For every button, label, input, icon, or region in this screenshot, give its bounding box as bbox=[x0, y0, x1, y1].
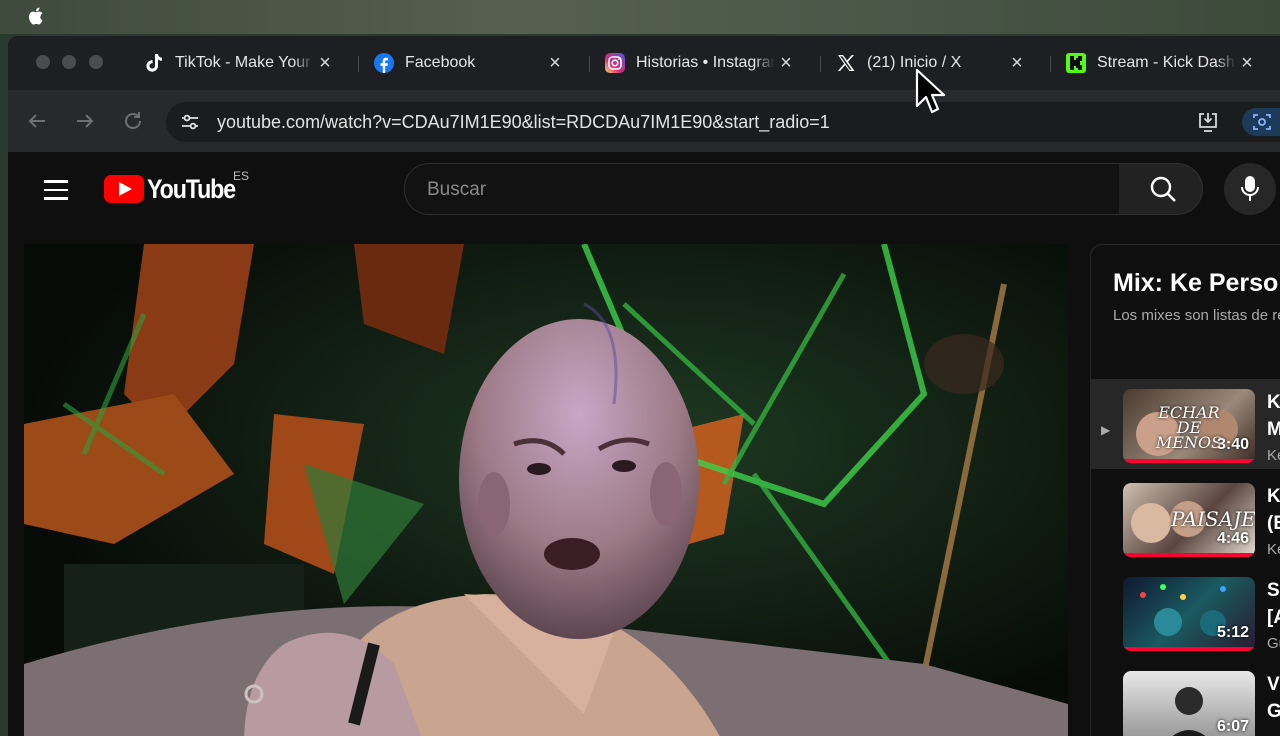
minimize-window-button[interactable] bbox=[62, 55, 76, 69]
channel-name: Ke bbox=[1267, 447, 1280, 464]
url-text: youtube.com/watch?v=CDAu7IM1E90&list=RDC… bbox=[217, 112, 830, 132]
video-title: KeM bbox=[1267, 392, 1280, 440]
search-input[interactable] bbox=[425, 178, 1029, 202]
microphone-icon bbox=[1241, 176, 1259, 201]
forward-arrow-icon[interactable] bbox=[73, 109, 97, 133]
video-thumbnail: 6:07 bbox=[1123, 671, 1255, 736]
youtube-play-icon bbox=[104, 175, 144, 203]
browser-window: TikTok - Make Your Day × Facebook × Hist… bbox=[8, 36, 1280, 736]
mouse-cursor-icon bbox=[915, 68, 945, 114]
tab-strip: TikTok - Make Your Day × Facebook × Hist… bbox=[8, 36, 1280, 90]
watch-progress-bar bbox=[1123, 553, 1255, 557]
search-button[interactable] bbox=[1119, 163, 1203, 215]
playlist-panel: Mix: Ke Personajes Los mixes son listas … bbox=[1090, 244, 1280, 736]
tab-tiktok[interactable]: TikTok - Make Your Day × bbox=[128, 48, 340, 78]
google-lens-button[interactable] bbox=[1242, 108, 1280, 136]
playlist-item[interactable]: 6:07 VG bbox=[1091, 661, 1280, 736]
youtube-page: YouTube ES Buscar Mix: Ke Perso Los mixe… bbox=[8, 152, 1280, 736]
x-icon bbox=[836, 53, 856, 73]
search-icon bbox=[1150, 176, 1176, 202]
zoom-window-button[interactable] bbox=[89, 55, 103, 69]
close-tab-icon[interactable]: × bbox=[314, 53, 336, 73]
close-tab-icon[interactable]: × bbox=[544, 53, 566, 73]
tab-facebook[interactable]: Facebook × bbox=[358, 48, 570, 78]
channel-name: Ke bbox=[1267, 541, 1280, 558]
watch-progress-bar bbox=[1123, 459, 1255, 463]
close-tab-icon[interactable]: × bbox=[1236, 53, 1258, 73]
install-app-icon[interactable] bbox=[1196, 110, 1220, 134]
site-settings-icon[interactable] bbox=[178, 110, 202, 134]
video-frame bbox=[24, 244, 1068, 736]
search-box[interactable] bbox=[404, 163, 1120, 215]
menu-icon[interactable] bbox=[44, 180, 68, 200]
video-title: VG bbox=[1267, 674, 1280, 722]
instagram-icon bbox=[605, 53, 625, 73]
watch-progress-bar bbox=[1123, 647, 1255, 651]
lens-icon bbox=[1253, 114, 1271, 130]
reload-icon[interactable] bbox=[121, 109, 145, 133]
playlist-item[interactable]: 5:12 Sl[A Gu bbox=[1091, 567, 1280, 657]
channel-name: Gu bbox=[1267, 635, 1280, 652]
youtube-logo[interactable]: YouTube bbox=[104, 174, 249, 204]
address-bar[interactable]: youtube.com/watch?v=CDAu7IM1E90&list=RDC… bbox=[166, 102, 1280, 142]
playlist-subtitle: Los mixes son listas de reproducción bbox=[1113, 307, 1280, 324]
facebook-icon bbox=[374, 53, 394, 73]
tab-instagram[interactable]: Historias • Instagram × bbox=[589, 48, 801, 78]
voice-search-button[interactable] bbox=[1224, 163, 1276, 215]
close-window-button[interactable] bbox=[36, 55, 50, 69]
now-playing-icon: ▶ bbox=[1101, 423, 1111, 437]
apple-menu-icon[interactable] bbox=[26, 5, 46, 27]
tab-kick[interactable]: Stream - Kick Dashboard × bbox=[1050, 48, 1262, 78]
duration-label: 4:46 bbox=[1216, 530, 1249, 547]
video-thumbnail: PAISAJE 4:46 bbox=[1123, 483, 1255, 557]
back-arrow-icon[interactable] bbox=[25, 109, 49, 133]
thumbnail-text: PAISAJE bbox=[1171, 507, 1255, 531]
close-tab-icon[interactable]: × bbox=[1006, 53, 1028, 73]
video-thumbnail: ECHAR DE MENOS 3:40 bbox=[1123, 389, 1255, 463]
video-title: Ke(E bbox=[1267, 486, 1280, 534]
close-tab-icon[interactable]: × bbox=[775, 53, 797, 73]
duration-label: 6:07 bbox=[1216, 718, 1249, 735]
kick-icon bbox=[1066, 53, 1086, 73]
browser-toolbar: youtube.com/watch?v=CDAu7IM1E90&list=RDC… bbox=[8, 90, 1280, 152]
tiktok-icon bbox=[144, 53, 164, 73]
playlist-item[interactable]: ▶ ECHAR DE MENOS 3:40 KeM Ke bbox=[1091, 379, 1280, 469]
thumbnail-text: ECHAR DE MENOS bbox=[1155, 403, 1223, 452]
macos-menu-bar bbox=[0, 0, 1280, 34]
playlist-title: Mix: Ke Personajes bbox=[1113, 269, 1280, 297]
video-thumbnail: 5:12 bbox=[1123, 577, 1255, 651]
duration-label: 5:12 bbox=[1216, 624, 1249, 641]
playlist-item[interactable]: PAISAJE 4:46 Ke(E Ke bbox=[1091, 473, 1280, 563]
duration-label: 3:40 bbox=[1216, 436, 1249, 453]
country-code: ES bbox=[233, 169, 250, 183]
video-title: Sl[A bbox=[1267, 580, 1280, 628]
video-player[interactable] bbox=[24, 244, 1068, 736]
